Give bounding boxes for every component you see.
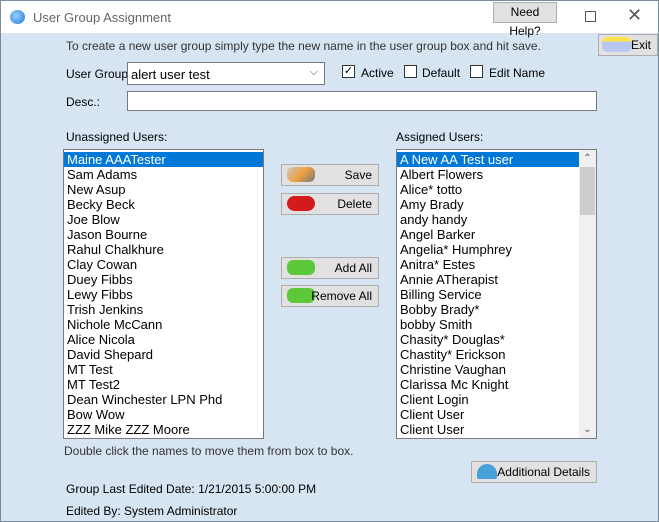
list-item[interactable]: Rahul Chalkhure <box>64 242 263 257</box>
users-app-icon <box>10 10 25 24</box>
list-item[interactable]: Chasity* Douglas* <box>397 332 579 347</box>
list-item[interactable]: Bobby Brady* <box>397 302 579 317</box>
assigned-users-list[interactable]: A New AA Test user Albert Flowers Alice* t… <box>396 149 597 439</box>
list-item[interactable]: Trish Jenkins <box>64 302 263 317</box>
assigned-users-label: Assigned Users: <box>396 130 484 144</box>
list-item[interactable]: Clarissa Mc Knight <box>397 377 579 392</box>
edited-by-text: Edited By: System Administrator <box>66 504 238 518</box>
list-item[interactable]: Jason Bourne <box>64 227 263 242</box>
title-bar: User Group Assignment Need Help? ✕ <box>1 1 658 38</box>
list-item[interactable]: bobby Smith <box>397 317 579 332</box>
list-item[interactable]: Client Login <box>397 392 579 407</box>
arrow-right-icon <box>287 260 315 275</box>
list-item[interactable]: A New AA Test user <box>397 152 579 167</box>
list-item[interactable]: Amy Brady <box>397 197 579 212</box>
maximize-icon[interactable] <box>585 11 596 22</box>
list-item[interactable]: Angelia* Humphrey <box>397 242 579 257</box>
additional-details-button[interactable]: Additional Details <box>471 461 597 483</box>
list-item[interactable]: Annie ATherapist <box>397 272 579 287</box>
unassigned-users-list[interactable]: Maine AAATester Sam Adams New Asup Becky Be… <box>63 149 264 439</box>
desc-label: Desc.: <box>66 95 101 109</box>
list-item[interactable]: Billing Service <box>397 287 579 302</box>
hint-text: Double click the names to move them from… <box>64 444 354 458</box>
edit-name-checkbox[interactable] <box>470 65 483 78</box>
unassigned-users-label: Unassigned Users: <box>66 130 168 144</box>
delete-icon <box>287 196 315 211</box>
list-item[interactable]: Dean Winchester LPN Phd <box>64 392 263 407</box>
user-group-assignment-window: User Group Assignment Need Help? ✕ Exit … <box>0 0 659 522</box>
default-label: Default <box>422 66 461 80</box>
save-button[interactable]: Save <box>281 164 379 186</box>
list-item[interactable]: Albert Flowers <box>397 167 579 182</box>
scrollbar-thumb[interactable] <box>580 167 595 215</box>
chevron-down-icon: ⌵ <box>309 66 318 78</box>
list-item[interactable]: ZZZ Mike ZZZ Moore <box>64 422 263 437</box>
active-checkbox[interactable]: ✓ <box>342 65 355 78</box>
list-item[interactable]: Duey Fibbs <box>64 272 263 287</box>
default-checkbox[interactable] <box>404 65 417 78</box>
list-item[interactable]: Joe Blow <box>64 212 263 227</box>
user-group-value: alert user test <box>131 67 210 82</box>
exit-button[interactable]: Exit <box>598 34 658 56</box>
list-item[interactable]: Becky Beck <box>64 197 263 212</box>
list-item[interactable]: David Shepard <box>64 347 263 362</box>
list-item[interactable]: Client User <box>397 407 579 422</box>
save-icon <box>287 167 315 182</box>
list-item[interactable]: Nichole McCann <box>64 317 263 332</box>
list-item[interactable]: New Asup <box>64 182 263 197</box>
list-item[interactable]: Sam Adams <box>64 167 263 182</box>
list-item[interactable]: MT Test2 <box>64 377 263 392</box>
add-all-button[interactable]: Add All <box>281 257 379 279</box>
list-item[interactable]: Anitra* Estes <box>397 257 579 272</box>
list-item[interactable]: Angel Barker <box>397 227 579 242</box>
list-item[interactable]: Bow Wow <box>64 407 263 422</box>
need-help-button[interactable]: Need Help? <box>493 2 557 38</box>
list-item[interactable]: andy handy <box>397 212 579 227</box>
list-item[interactable]: Christine Vaughan <box>397 362 579 377</box>
active-label: Active <box>361 66 394 80</box>
user-group-combobox[interactable]: alert user test ⌵ <box>127 62 325 85</box>
instructions-text: To create a new user group simply type t… <box>66 39 541 53</box>
edit-name-label: Edit Name <box>489 66 546 80</box>
list-item[interactable]: Lewy Fibbs <box>64 287 263 302</box>
list-item[interactable]: MT Test <box>64 362 263 377</box>
list-item[interactable]: Maine AAATester <box>64 152 263 167</box>
list-item[interactable]: Alice Nicola <box>64 332 263 347</box>
list-item[interactable]: Chastity* Erickson <box>397 347 579 362</box>
last-edited-text: Group Last Edited Date: 1/21/2015 5:00:0… <box>66 482 317 496</box>
list-item[interactable]: Alice* totto <box>397 182 579 197</box>
list-item[interactable]: Clay Cowan <box>64 257 263 272</box>
scroll-up-icon[interactable]: ⌃ <box>579 150 596 167</box>
assigned-list-scrollbar[interactable]: ⌃ ⌄ <box>579 150 596 438</box>
delete-button[interactable]: Delete <box>281 193 379 215</box>
scroll-down-icon[interactable]: ⌄ <box>579 421 596 438</box>
details-icon <box>477 464 497 479</box>
close-icon[interactable]: ✕ <box>627 5 642 26</box>
list-item[interactable]: Client User <box>397 422 579 437</box>
remove-all-button[interactable]: Remove All <box>281 285 379 307</box>
user-group-label: User Group: <box>66 67 132 81</box>
desc-input[interactable] <box>127 91 597 111</box>
window-title: User Group Assignment <box>33 10 172 25</box>
exit-icon <box>602 37 632 52</box>
